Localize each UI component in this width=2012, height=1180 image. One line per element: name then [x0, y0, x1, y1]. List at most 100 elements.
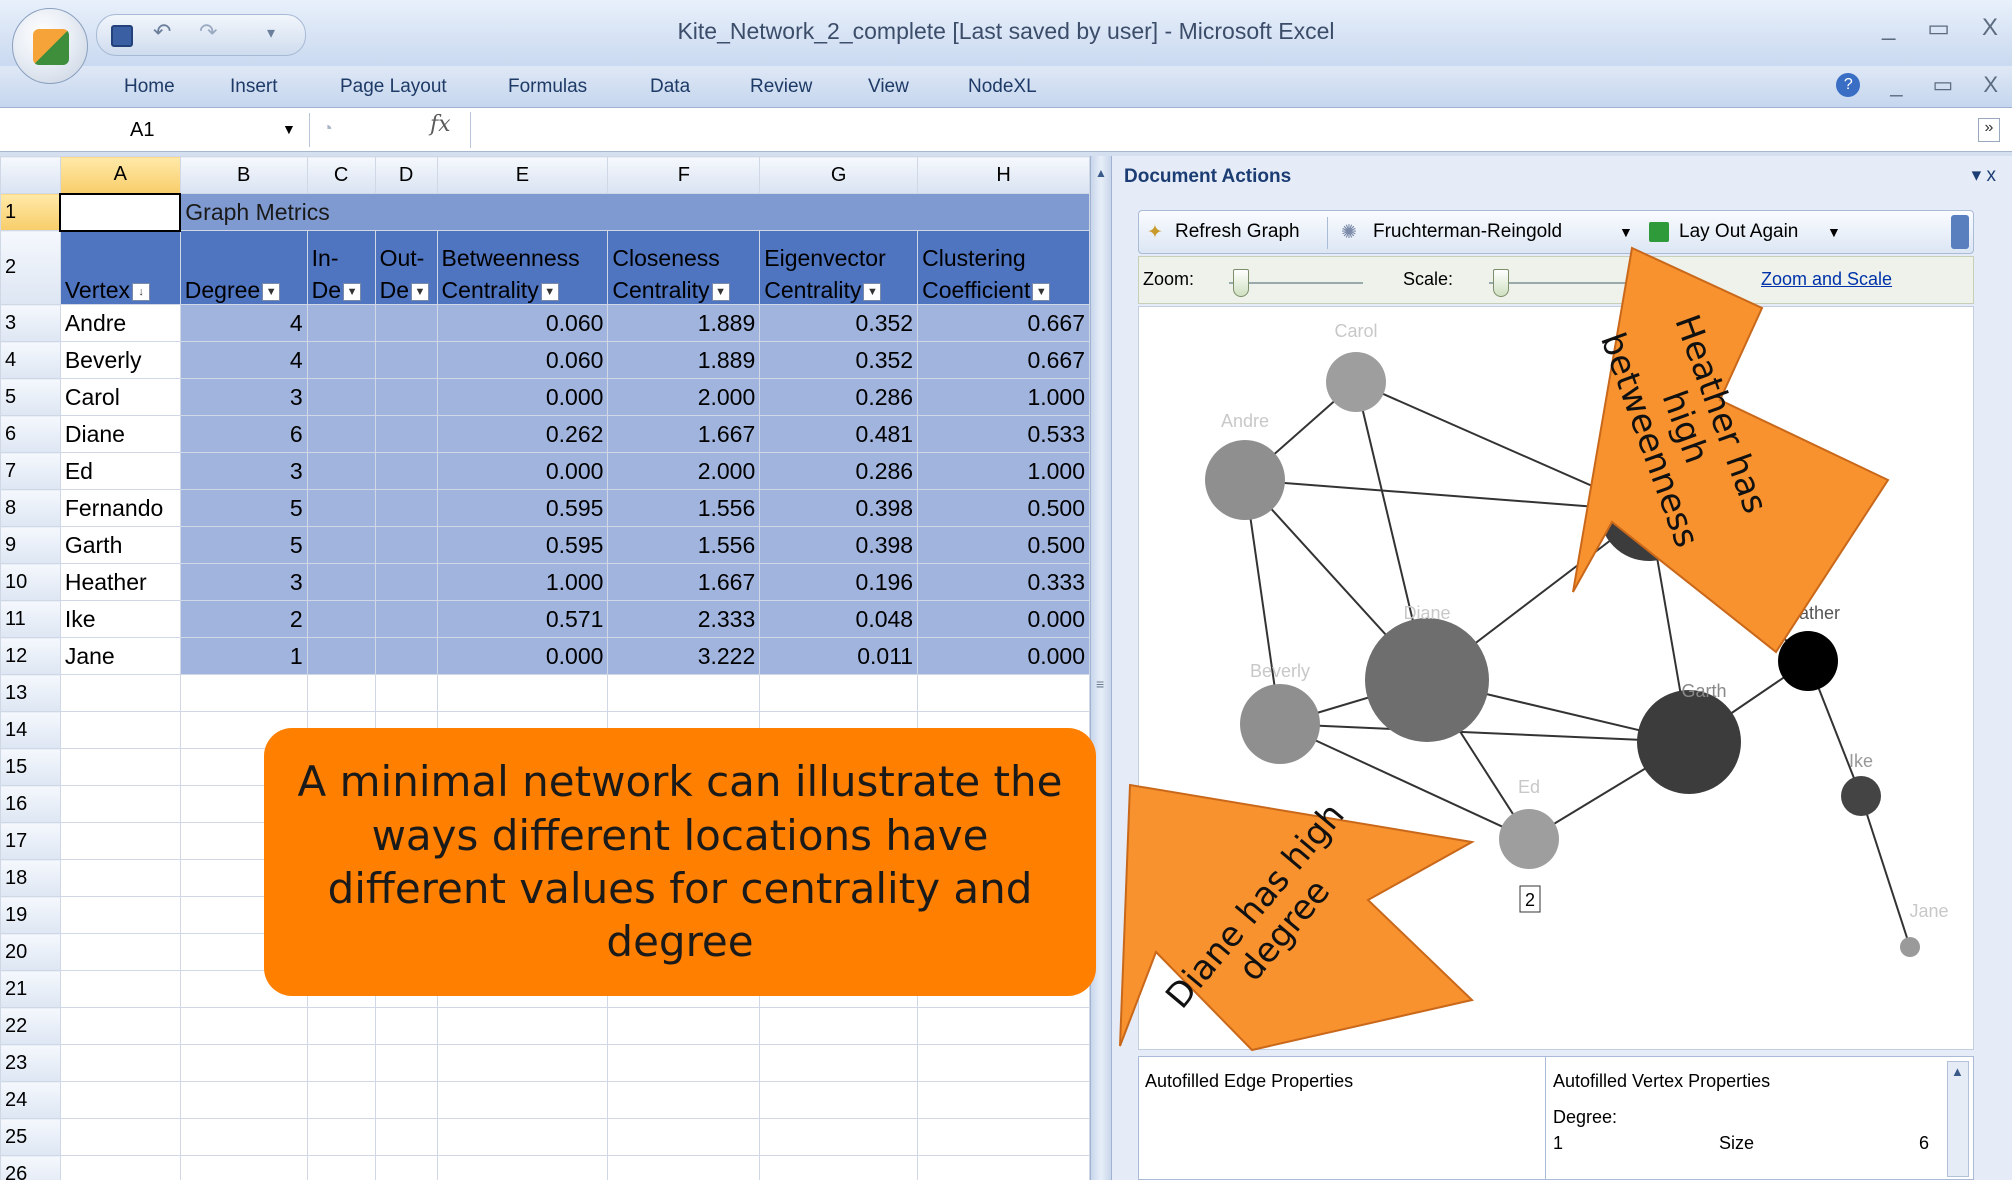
table-cell[interactable] — [306, 304, 376, 342]
empty-cell[interactable] — [179, 674, 308, 712]
row-header[interactable]: 16 — [0, 785, 61, 823]
scroll-up-icon[interactable]: ▲ — [1951, 1064, 1964, 1079]
empty-cell[interactable] — [59, 859, 181, 897]
table-cell[interactable] — [374, 489, 438, 527]
table-cell[interactable]: 0.000 — [436, 637, 609, 675]
table-cell[interactable]: Andre — [59, 304, 181, 342]
table-cell[interactable]: Ed — [59, 452, 181, 490]
workbook-close-button[interactable]: X — [1983, 72, 1998, 98]
row-header[interactable]: 5 — [0, 378, 61, 416]
empty-cell[interactable] — [436, 1007, 609, 1045]
table-cell[interactable]: 0.352 — [759, 304, 919, 342]
row-header[interactable]: 13 — [0, 674, 61, 712]
empty-cell[interactable] — [759, 1118, 919, 1156]
empty-cell[interactable] — [306, 1155, 376, 1180]
tab-data[interactable]: Data — [650, 76, 690, 98]
empty-cell[interactable] — [59, 1155, 181, 1180]
empty-cell[interactable] — [306, 1118, 376, 1156]
row-header[interactable]: 21 — [0, 970, 61, 1008]
table-cell[interactable]: 0.060 — [436, 304, 609, 342]
empty-cell[interactable] — [59, 1044, 181, 1082]
empty-cell[interactable] — [59, 1007, 181, 1045]
table-cell[interactable]: 0.595 — [436, 489, 609, 527]
chevron-down-icon[interactable]: ▼ — [282, 121, 296, 137]
table-cell[interactable]: Jane — [59, 637, 181, 675]
empty-cell[interactable] — [917, 1081, 1090, 1119]
row-header[interactable]: 12 — [0, 637, 61, 675]
empty-cell[interactable] — [917, 1044, 1090, 1082]
row-header[interactable]: 23 — [0, 1044, 61, 1082]
column-header-e[interactable]: E — [436, 156, 609, 194]
row-header[interactable]: 11 — [0, 600, 61, 638]
scale-slider[interactable] — [1493, 269, 1509, 297]
table-cell[interactable] — [374, 563, 438, 601]
table-cell[interactable] — [306, 415, 376, 453]
vertex-ike[interactable] — [1841, 776, 1881, 816]
table-cell[interactable] — [374, 452, 438, 490]
row-header[interactable]: 8 — [0, 489, 61, 527]
table-cell[interactable] — [306, 378, 376, 416]
table-cell[interactable]: 1.000 — [917, 452, 1090, 490]
table-cell[interactable]: 4 — [179, 304, 308, 342]
empty-cell[interactable] — [607, 1007, 761, 1045]
table-cell[interactable]: 1.000 — [436, 563, 609, 601]
layout-dropdown-icon[interactable]: ▼ — [1619, 224, 1633, 240]
row-header[interactable]: 3 — [0, 304, 61, 342]
table-header-4[interactable]: Out- De ▼ — [374, 230, 438, 305]
row-header[interactable]: 15 — [0, 748, 61, 786]
table-header-7[interactable]: Eigenvector Centrality ▼ — [759, 230, 919, 305]
empty-cell[interactable] — [306, 1007, 376, 1045]
table-cell[interactable]: 0.000 — [436, 378, 609, 416]
table-cell[interactable]: 0.262 — [436, 415, 609, 453]
table-cell[interactable] — [306, 563, 376, 601]
table-cell[interactable] — [374, 415, 438, 453]
table-cell[interactable]: 0.667 — [917, 341, 1090, 379]
lay-out-again-dropdown-icon[interactable]: ▼ — [1827, 224, 1841, 240]
empty-cell[interactable] — [306, 1081, 376, 1119]
empty-cell[interactable] — [917, 1118, 1090, 1156]
empty-cell[interactable] — [374, 1155, 438, 1180]
table-cell[interactable]: 0.595 — [436, 526, 609, 564]
table-cell[interactable] — [374, 600, 438, 638]
table-cell[interactable] — [306, 526, 376, 564]
row-header[interactable]: 19 — [0, 896, 61, 934]
row-header[interactable]: 7 — [0, 452, 61, 490]
empty-cell[interactable] — [374, 1118, 438, 1156]
table-cell[interactable] — [306, 489, 376, 527]
layout-select[interactable]: Fruchterman-Reingold — [1373, 221, 1562, 243]
empty-cell[interactable] — [374, 1081, 438, 1119]
empty-cell[interactable] — [179, 1007, 308, 1045]
table-cell[interactable]: Heather — [59, 563, 181, 601]
row-header[interactable]: 17 — [0, 822, 61, 860]
vertex-jane[interactable] — [1900, 937, 1920, 957]
row-header-2[interactable]: 2 — [0, 230, 61, 305]
filter-dropdown-icon[interactable]: ▼ — [1032, 282, 1051, 301]
row-header[interactable]: 14 — [0, 711, 61, 749]
empty-cell[interactable] — [179, 1118, 308, 1156]
table-cell[interactable]: 6 — [179, 415, 308, 453]
vertex-andre[interactable] — [1205, 440, 1285, 520]
table-cell[interactable]: Fernando — [59, 489, 181, 527]
table-cell[interactable]: 0.000 — [917, 600, 1090, 638]
table-cell[interactable]: 0.000 — [436, 452, 609, 490]
table-cell[interactable] — [306, 452, 376, 490]
empty-cell[interactable] — [759, 1081, 919, 1119]
empty-cell[interactable] — [59, 1081, 181, 1119]
row-header-1[interactable]: 1 — [0, 193, 61, 231]
empty-cell[interactable] — [607, 1044, 761, 1082]
filter-dropdown-icon[interactable]: ▼ — [863, 282, 882, 301]
tab-home[interactable]: Home — [124, 76, 175, 98]
empty-cell[interactable] — [59, 748, 181, 786]
grip-icon[interactable]: ≡ — [1096, 676, 1104, 692]
close-button[interactable]: X — [1982, 14, 1998, 43]
empty-cell[interactable] — [917, 1155, 1090, 1180]
table-cell[interactable]: 0.000 — [917, 637, 1090, 675]
tab-page-layout[interactable]: Page Layout — [340, 76, 447, 98]
tab-nodexl[interactable]: NodeXL — [968, 76, 1037, 98]
table-cell[interactable] — [374, 304, 438, 342]
tab-review[interactable]: Review — [750, 76, 812, 98]
tab-view[interactable]: View — [868, 76, 909, 98]
vertex-beverly[interactable] — [1240, 684, 1320, 764]
table-cell[interactable]: 1.000 — [917, 378, 1090, 416]
vertex-heather[interactable] — [1778, 631, 1838, 691]
